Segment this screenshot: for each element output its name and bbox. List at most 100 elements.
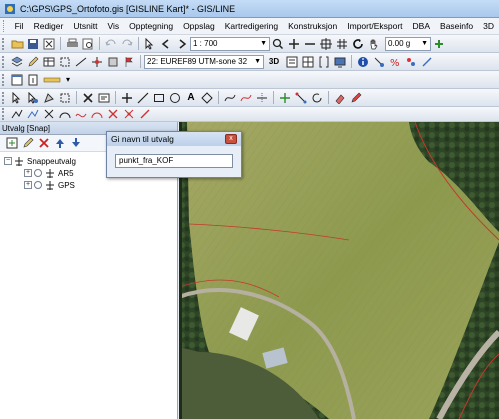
cross-icon[interactable] — [42, 107, 56, 121]
height-combo[interactable]: 0.00 g ▼ — [385, 36, 431, 51]
monitor-icon[interactable] — [333, 55, 347, 69]
table-icon[interactable] — [42, 55, 56, 69]
grid-icon[interactable] — [335, 37, 349, 51]
menu-map-editing[interactable]: Kartredigering — [220, 21, 283, 31]
menu-baseinfo[interactable]: Baseinfo — [435, 21, 478, 31]
menu-import-export[interactable]: Import/Eksport — [342, 21, 407, 31]
menu-dba[interactable]: DBA — [408, 21, 435, 31]
grid-box-icon[interactable] — [301, 55, 315, 69]
select-node-icon[interactable] — [26, 91, 40, 105]
scale-combo[interactable]: 1 : 700 ▼ — [190, 36, 270, 51]
delete-icon[interactable] — [81, 91, 95, 105]
new-selection-icon[interactable] — [5, 136, 19, 150]
node-icon[interactable] — [90, 55, 104, 69]
menu-view[interactable]: Vis — [102, 21, 124, 31]
snap-icon[interactable] — [372, 55, 386, 69]
layers-stack-icon[interactable] — [106, 55, 120, 69]
print-preview-icon[interactable] — [81, 37, 95, 51]
refresh-icon[interactable] — [351, 37, 365, 51]
move-up-icon[interactable] — [53, 136, 67, 150]
standard-toolbar: 1 : 700 ▼ 0.00 g ▼ — [0, 35, 499, 53]
dialog-title-bar[interactable]: Gi navn til utvalg — [107, 132, 241, 146]
expand-icon[interactable]: + — [24, 169, 32, 177]
map-sheet-icon[interactable] — [285, 55, 299, 69]
save-icon[interactable] — [26, 37, 40, 51]
properties-icon[interactable] — [97, 91, 111, 105]
erase-icon[interactable] — [333, 91, 347, 105]
dropdown-arrow-icon[interactable]: ▾ — [63, 75, 73, 84]
3d-icon[interactable]: 3D — [265, 55, 283, 69]
add-point-icon[interactable] — [120, 91, 134, 105]
print-icon[interactable] — [65, 37, 79, 51]
cut-icon[interactable] — [122, 107, 136, 121]
polyline-icon[interactable] — [10, 107, 24, 121]
circle-tool-icon[interactable] — [168, 91, 182, 105]
plus-green-icon[interactable] — [432, 37, 446, 51]
menu-construction[interactable]: Konstruksjon — [283, 21, 342, 31]
pen-red-icon[interactable] — [349, 91, 363, 105]
spline-icon[interactable] — [74, 107, 88, 121]
undo-icon[interactable] — [104, 37, 118, 51]
curve-tool-icon[interactable] — [223, 91, 237, 105]
select-arrow-icon[interactable] — [10, 91, 24, 105]
tree-item-gps[interactable]: + GPS — [4, 179, 177, 191]
edit-pen-icon[interactable] — [26, 55, 40, 69]
scale-value: 1 : 700 — [193, 39, 218, 48]
select-rect-icon[interactable] — [58, 91, 72, 105]
rectangle-tool-icon[interactable] — [152, 91, 166, 105]
selection-name-input[interactable]: punkt_fra_KOF — [115, 154, 233, 168]
menu-file[interactable]: Fil — [10, 21, 29, 31]
expand-icon[interactable]: + — [24, 181, 32, 189]
arc-icon[interactable] — [58, 107, 72, 121]
select-area-icon[interactable] — [42, 91, 56, 105]
zoom-in-icon[interactable] — [287, 37, 301, 51]
snap-plus-icon[interactable] — [278, 91, 292, 105]
coordinate-system-combo[interactable]: 22: EUREF89 UTM-sone 32 ▼ — [144, 54, 264, 69]
text-tool-icon[interactable]: A — [184, 91, 198, 105]
flag-icon[interactable] — [122, 55, 136, 69]
redo-icon[interactable] — [120, 37, 134, 51]
offset-tool-icon[interactable] — [239, 91, 253, 105]
menu-edit[interactable]: Rediger — [29, 21, 69, 31]
line-tool-icon[interactable] — [136, 91, 150, 105]
select-icon[interactable] — [58, 55, 72, 69]
layer-icon[interactable] — [10, 55, 24, 69]
symbol-tool-icon[interactable] — [200, 91, 214, 105]
move-node-icon[interactable] — [294, 91, 308, 105]
menu-lookup[interactable]: Oppslag — [178, 21, 220, 31]
vertex-icon[interactable] — [26, 107, 40, 121]
delete-selection-icon[interactable] — [37, 136, 51, 150]
info-icon[interactable] — [356, 55, 370, 69]
zoom-icon[interactable] — [271, 37, 285, 51]
info-cursor-icon[interactable] — [143, 37, 157, 51]
open-folder-icon[interactable] — [10, 37, 24, 51]
bracket-icon[interactable] — [317, 55, 331, 69]
flag-red-icon[interactable] — [138, 107, 152, 121]
close-file-icon[interactable] — [42, 37, 56, 51]
split-tool-icon[interactable] — [255, 91, 269, 105]
delete-red-icon[interactable] — [106, 107, 120, 121]
menu-3d[interactable]: 3D — [478, 21, 499, 31]
draw-line-icon[interactable] — [74, 55, 88, 69]
snap-red-icon[interactable] — [404, 55, 418, 69]
menu-drawing[interactable]: Opptegning — [124, 21, 178, 31]
hand-icon[interactable] — [367, 37, 381, 51]
snap-blue-icon[interactable] — [420, 55, 434, 69]
pan-right-icon[interactable] — [175, 37, 189, 51]
menu-view-extent[interactable]: Utsnitt — [68, 21, 102, 31]
radio-button[interactable] — [34, 169, 42, 177]
pan-left-icon[interactable] — [159, 37, 173, 51]
close-icon[interactable]: x — [225, 134, 237, 144]
move-down-icon[interactable] — [69, 136, 83, 150]
collapse-icon[interactable]: − — [4, 157, 12, 165]
info-box-icon[interactable] — [26, 73, 40, 87]
rotate-icon[interactable] — [310, 91, 324, 105]
zoom-out-icon[interactable] — [303, 37, 317, 51]
percent-icon[interactable]: % — [388, 55, 402, 69]
radio-button[interactable] — [34, 181, 42, 189]
zoom-extent-icon[interactable] — [319, 37, 333, 51]
arc-red-icon[interactable] — [90, 107, 104, 121]
window-icon[interactable] — [10, 73, 24, 87]
ruler-icon[interactable] — [42, 73, 62, 87]
edit-selection-icon[interactable] — [21, 136, 35, 150]
